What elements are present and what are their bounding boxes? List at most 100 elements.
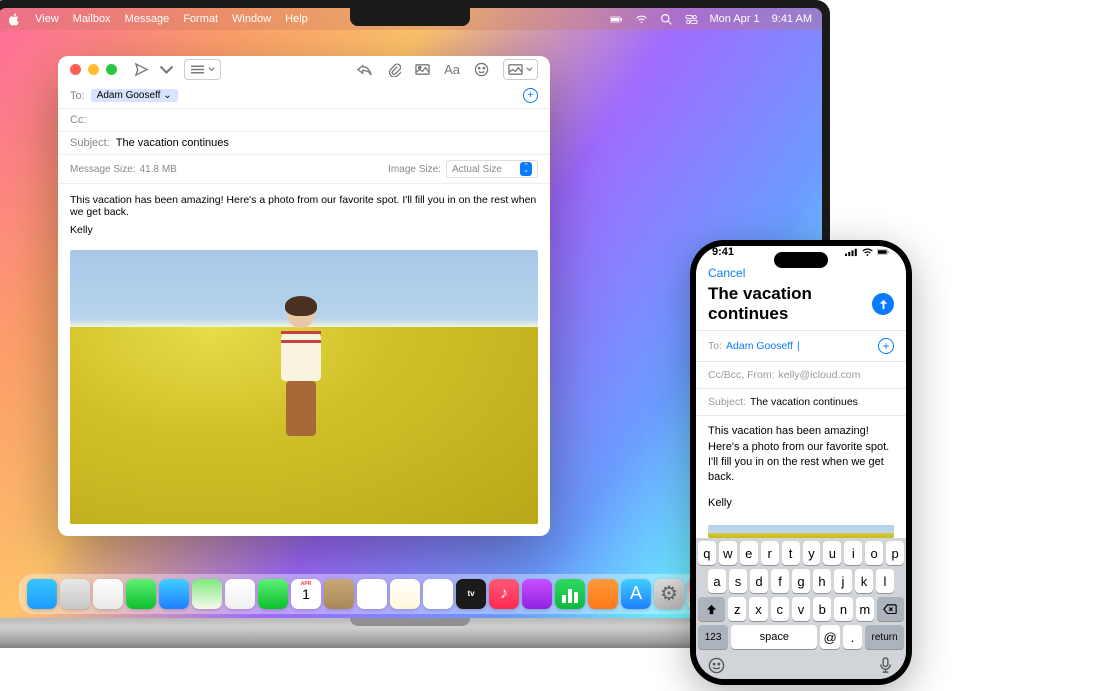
- dock-appstore[interactable]: A: [621, 579, 651, 609]
- ios-subject-field[interactable]: Subject: The vacation continues: [696, 388, 906, 415]
- list-icon[interactable]: [184, 59, 221, 80]
- cancel-button[interactable]: Cancel: [708, 266, 745, 280]
- key-u[interactable]: u: [823, 541, 841, 565]
- send-button[interactable]: [872, 293, 894, 315]
- dock-photos[interactable]: [225, 579, 255, 609]
- dock-contacts[interactable]: [324, 579, 354, 609]
- menubar-time[interactable]: 9:41 AM: [772, 13, 812, 25]
- reply-icon[interactable]: [357, 62, 372, 77]
- key-k[interactable]: k: [855, 569, 873, 593]
- wifi-icon[interactable]: [635, 13, 648, 26]
- battery-icon[interactable]: [610, 13, 623, 26]
- numbers-key[interactable]: 123: [698, 625, 728, 649]
- emoji-key-icon[interactable]: [708, 657, 725, 674]
- menubar-item[interactable]: Message: [125, 13, 170, 25]
- ios-attached-photo[interactable]: [708, 525, 894, 538]
- dock-launchpad[interactable]: [60, 579, 90, 609]
- dock-calendar[interactable]: APR1: [291, 579, 321, 609]
- key-f[interactable]: f: [771, 569, 789, 593]
- key-t[interactable]: t: [782, 541, 800, 565]
- add-recipient-button[interactable]: +: [523, 88, 538, 103]
- search-icon[interactable]: [660, 13, 673, 26]
- key-q[interactable]: q: [698, 541, 716, 565]
- key-j[interactable]: j: [834, 569, 852, 593]
- key-m[interactable]: m: [856, 597, 874, 621]
- ios-body[interactable]: This vacation has been amazing! Here's a…: [696, 415, 906, 519]
- menubar-item[interactable]: Format: [183, 13, 218, 25]
- menubar-item[interactable]: Mailbox: [73, 13, 111, 25]
- ios-cc-field[interactable]: Cc/Bcc, From: kelly@icloud.com: [696, 361, 906, 388]
- recipient-chip[interactable]: Adam Gooseff ⌄: [91, 89, 178, 102]
- add-recipient-button[interactable]: +: [878, 338, 894, 354]
- select-arrows-icon: ⌃⌄: [520, 162, 532, 176]
- key-y[interactable]: y: [803, 541, 821, 565]
- menubar-date[interactable]: Mon Apr 1: [710, 13, 760, 25]
- key-h[interactable]: h: [813, 569, 831, 593]
- key-w[interactable]: w: [719, 541, 737, 565]
- dock-messages[interactable]: [126, 579, 156, 609]
- control-center-icon[interactable]: [685, 13, 698, 26]
- dot-key[interactable]: .: [843, 625, 862, 649]
- key-v[interactable]: v: [792, 597, 810, 621]
- ios-to-field[interactable]: To: Adam Gooseff | +: [696, 330, 906, 361]
- key-r[interactable]: r: [761, 541, 779, 565]
- dock-podcasts[interactable]: [522, 579, 552, 609]
- media-browser-icon[interactable]: [503, 59, 538, 80]
- minimize-button[interactable]: [88, 64, 99, 75]
- dock-facetime[interactable]: [258, 579, 288, 609]
- dock-maps[interactable]: [192, 579, 222, 609]
- cc-field[interactable]: Cc:: [58, 109, 550, 132]
- header-dropdown-icon[interactable]: [159, 62, 174, 77]
- dock-freeform[interactable]: [423, 579, 453, 609]
- key-a[interactable]: a: [708, 569, 726, 593]
- apple-logo-icon[interactable]: [8, 13, 21, 26]
- dock-mail[interactable]: [159, 579, 189, 609]
- zoom-button[interactable]: [106, 64, 117, 75]
- dictation-key-icon[interactable]: [877, 657, 894, 674]
- dock-settings[interactable]: ⚙: [654, 579, 684, 609]
- key-c[interactable]: c: [771, 597, 789, 621]
- dock-pages[interactable]: [588, 579, 618, 609]
- menubar-item[interactable]: View: [35, 13, 59, 25]
- key-n[interactable]: n: [834, 597, 852, 621]
- cellular-icon: [845, 247, 858, 257]
- at-key[interactable]: @: [820, 625, 839, 649]
- key-g[interactable]: g: [792, 569, 810, 593]
- dock-numbers[interactable]: [555, 579, 585, 609]
- wifi-icon: [861, 247, 874, 257]
- attach-icon[interactable]: [386, 62, 401, 77]
- subject-field[interactable]: Subject: The vacation continues: [58, 132, 550, 155]
- key-z[interactable]: z: [728, 597, 746, 621]
- attached-photo[interactable]: [70, 250, 538, 524]
- key-o[interactable]: o: [865, 541, 883, 565]
- key-s[interactable]: s: [729, 569, 747, 593]
- mail-body[interactable]: This vacation has been amazing! Here's a…: [58, 184, 550, 246]
- space-key[interactable]: space: [731, 625, 817, 649]
- dock-finder[interactable]: [27, 579, 57, 609]
- backspace-key[interactable]: [877, 597, 904, 621]
- dock-reminders[interactable]: [357, 579, 387, 609]
- format-icon[interactable]: Aa: [444, 62, 460, 77]
- ios-recipient[interactable]: Adam Gooseff: [726, 340, 793, 352]
- dock-music[interactable]: ♪: [489, 579, 519, 609]
- menubar-item[interactable]: Help: [285, 13, 308, 25]
- dock-safari[interactable]: [93, 579, 123, 609]
- key-i[interactable]: i: [844, 541, 862, 565]
- shift-key[interactable]: [698, 597, 725, 621]
- key-b[interactable]: b: [813, 597, 831, 621]
- image-size-select[interactable]: Actual Size ⌃⌄: [446, 160, 538, 178]
- to-field[interactable]: To: Adam Gooseff ⌄ +: [58, 83, 550, 109]
- return-key[interactable]: return: [865, 625, 904, 649]
- key-x[interactable]: x: [749, 597, 767, 621]
- emoji-icon[interactable]: [474, 62, 489, 77]
- send-icon[interactable]: [134, 62, 149, 77]
- key-p[interactable]: p: [886, 541, 904, 565]
- key-l[interactable]: l: [876, 569, 894, 593]
- key-d[interactable]: d: [750, 569, 768, 593]
- dock-notes[interactable]: [390, 579, 420, 609]
- key-e[interactable]: e: [740, 541, 758, 565]
- menubar-item[interactable]: Window: [232, 13, 271, 25]
- close-button[interactable]: [70, 64, 81, 75]
- dock-tv[interactable]: tv: [456, 579, 486, 609]
- photo-icon[interactable]: [415, 62, 430, 77]
